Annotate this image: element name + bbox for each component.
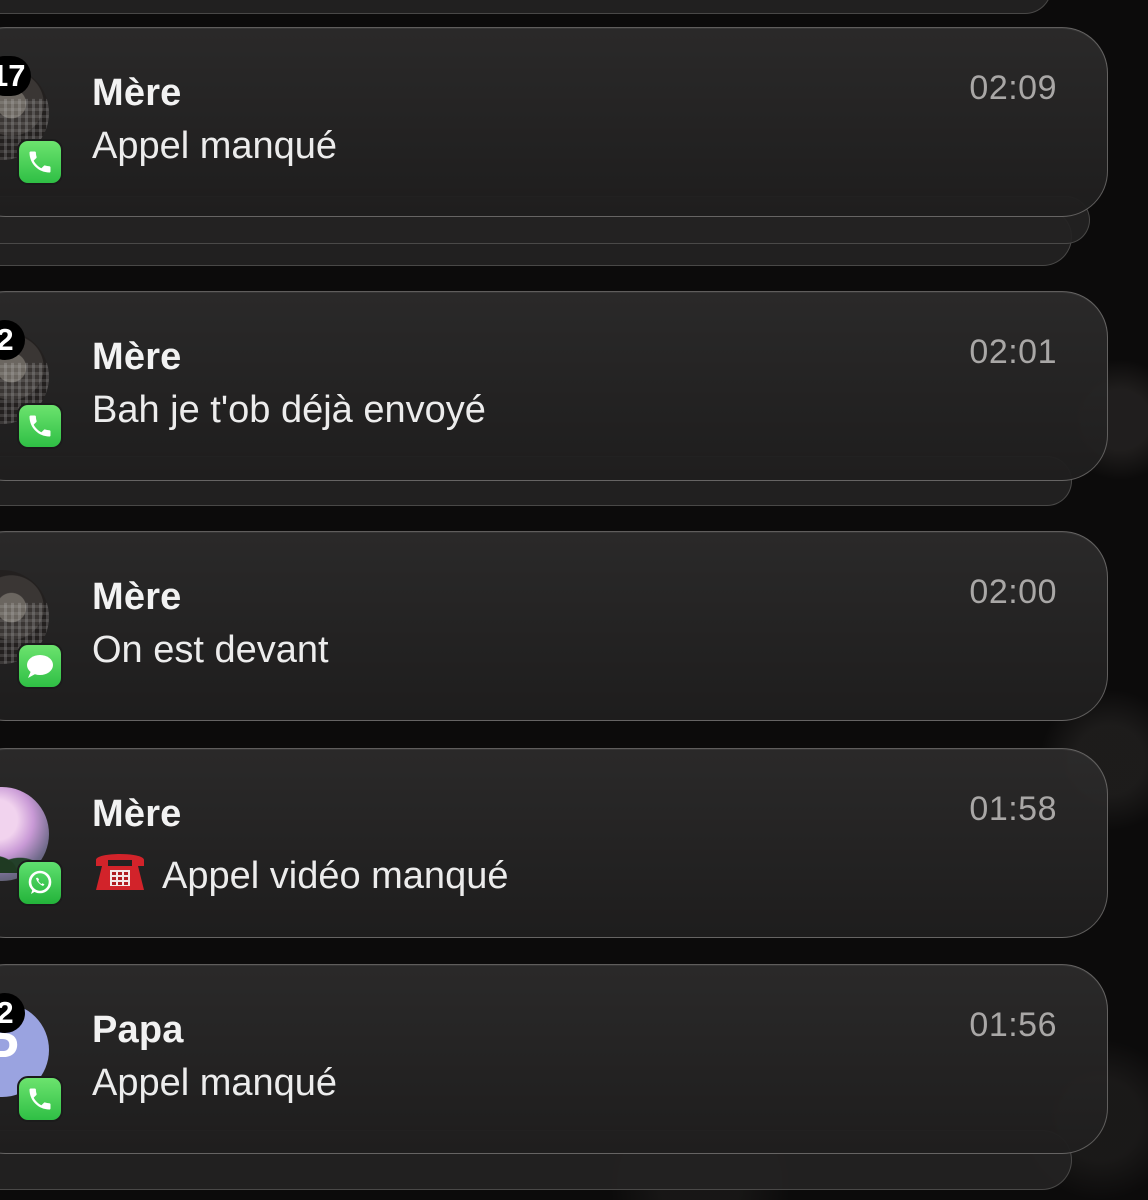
phone-icon (17, 1076, 63, 1122)
whatsapp-icon (17, 860, 63, 906)
phone-icon (17, 139, 63, 185)
notification-card[interactable]: Mère Appel vidéo manqué 01:58 (0, 748, 1108, 938)
notification-sender: Mère (92, 72, 182, 114)
notification-time: 01:58 (969, 790, 1057, 828)
notification-sender: Papa (92, 1009, 184, 1051)
notification-time: 02:09 (969, 69, 1057, 107)
notification-card-edge (0, 0, 1052, 14)
notification-message: Appel manqué (92, 1062, 338, 1104)
notification-card[interactable]: P 2 Papa Appel manqué 01:56 (0, 964, 1108, 1154)
notification-time: 02:00 (969, 573, 1057, 611)
notification-time: 01:56 (969, 1006, 1057, 1044)
notification-message-text: Appel vidéo manqué (162, 855, 509, 897)
notification-card[interactable]: Mère On est devant 02:00 (0, 531, 1108, 721)
notification-message: Appel vidéo manqué (92, 846, 508, 904)
notification-sender: Mère (92, 576, 182, 618)
telephone-emoji-icon (92, 846, 148, 904)
notification-card[interactable]: 2 Mère Bah je t'ob déjà envoyé 02:01 (0, 291, 1108, 481)
messages-bubble-icon (17, 643, 63, 689)
notification-message: On est devant (92, 629, 329, 671)
notification-message: Appel manqué (92, 125, 338, 167)
notification-card[interactable]: 17 Mère Appel manqué 02:09 (0, 27, 1108, 217)
phone-icon (17, 403, 63, 449)
notification-message: Bah je t'ob déjà envoyé (92, 389, 486, 431)
notification-sender: Mère (92, 336, 182, 378)
notification-sender: Mère (92, 793, 182, 835)
notification-time: 02:01 (969, 333, 1057, 371)
